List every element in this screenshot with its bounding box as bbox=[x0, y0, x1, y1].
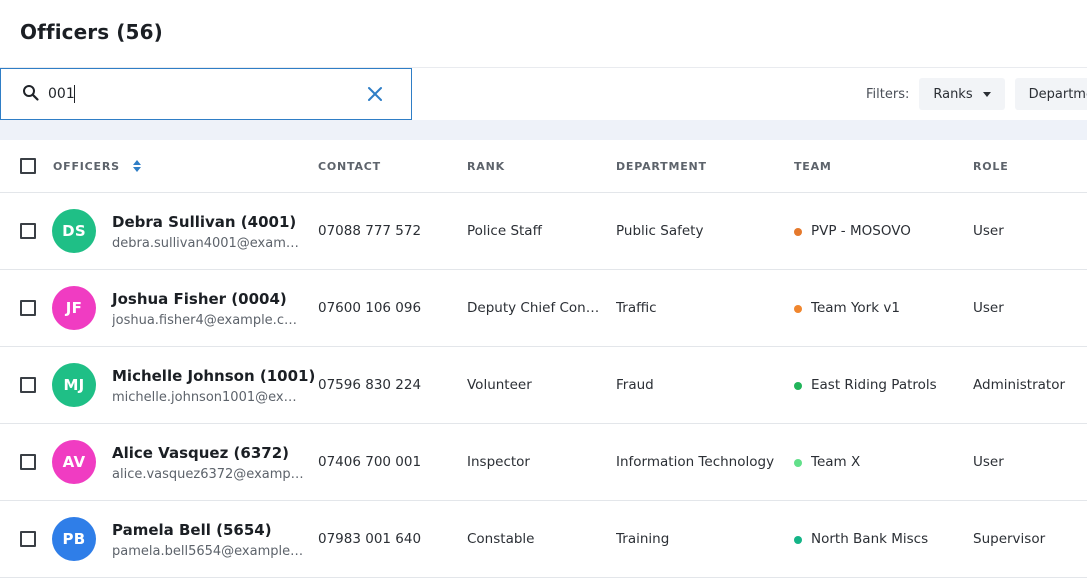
avatar: AV bbox=[52, 440, 96, 484]
contact-cell: 07406 700 001 bbox=[318, 454, 422, 470]
rank-cell: Constable bbox=[467, 531, 535, 547]
role-cell: User bbox=[973, 300, 1004, 316]
avatar: JF bbox=[52, 286, 96, 330]
table-row[interactable]: MJ Michelle Johnson (1001) michelle.john… bbox=[0, 347, 1087, 424]
text-caret bbox=[74, 85, 75, 103]
role-cell: User bbox=[973, 454, 1004, 470]
department-cell: Fraud bbox=[616, 377, 654, 393]
contact-cell: 07983 001 640 bbox=[318, 531, 422, 547]
column-header-officers-label: OFFICERS bbox=[53, 160, 120, 173]
team-cell: East Riding Patrols bbox=[811, 377, 937, 393]
search-box[interactable] bbox=[0, 68, 412, 120]
contact-cell: 07596 830 224 bbox=[318, 377, 422, 393]
role-cell: Supervisor bbox=[973, 531, 1046, 547]
avatar: PB bbox=[52, 517, 96, 561]
officer-email: alice.vasquez6372@example.com bbox=[112, 467, 304, 482]
officer-email: debra.sullivan4001@example.com bbox=[112, 236, 304, 251]
header-band bbox=[0, 120, 1087, 140]
department-cell: Training bbox=[616, 531, 670, 547]
ranks-filter-button[interactable]: Ranks bbox=[919, 78, 1005, 110]
avatar: MJ bbox=[52, 363, 96, 407]
column-header-role[interactable]: ROLE bbox=[973, 160, 1009, 173]
officer-name[interactable]: Pamela Bell (5654) bbox=[112, 521, 272, 539]
ranks-filter-label: Ranks bbox=[933, 86, 973, 102]
team-status-dot bbox=[794, 382, 802, 390]
rank-cell: Volunteer bbox=[467, 377, 532, 393]
table-row[interactable]: DS Debra Sullivan (4001) debra.sullivan4… bbox=[0, 193, 1087, 270]
table-header: OFFICERS CONTACT RANK DEPARTMENT TEAM RO… bbox=[0, 140, 1087, 193]
officer-email: joshua.fisher4@example.com bbox=[112, 313, 304, 328]
team-status-dot bbox=[794, 459, 802, 467]
table-row[interactable]: JF Joshua Fisher (0004) joshua.fisher4@e… bbox=[0, 270, 1087, 347]
department-cell: Public Safety bbox=[616, 223, 704, 239]
select-all-checkbox[interactable] bbox=[20, 158, 36, 174]
row-checkbox[interactable] bbox=[20, 300, 36, 316]
column-header-officers[interactable]: OFFICERS bbox=[53, 160, 141, 173]
team-cell: Team X bbox=[811, 454, 861, 470]
row-checkbox[interactable] bbox=[20, 531, 36, 547]
row-checkbox[interactable] bbox=[20, 377, 36, 393]
search-input[interactable] bbox=[48, 83, 348, 105]
rank-cell: Police Staff bbox=[467, 223, 542, 239]
officer-name[interactable]: Michelle Johnson (1001) bbox=[112, 367, 315, 385]
row-checkbox[interactable] bbox=[20, 223, 36, 239]
column-header-contact[interactable]: CONTACT bbox=[318, 160, 381, 173]
close-icon[interactable] bbox=[365, 84, 385, 104]
team-status-dot bbox=[794, 536, 802, 544]
sort-icon[interactable] bbox=[132, 160, 141, 172]
page-title: Officers (56) bbox=[20, 20, 163, 44]
officer-name[interactable]: Debra Sullivan (4001) bbox=[112, 213, 296, 231]
officer-name[interactable]: Joshua Fisher (0004) bbox=[112, 290, 287, 308]
departments-filter-label: Departme bbox=[1028, 86, 1087, 102]
page-header: Officers (56) bbox=[0, 0, 1087, 68]
rank-cell: Deputy Chief Constable bbox=[467, 300, 603, 316]
column-header-team[interactable]: TEAM bbox=[794, 160, 832, 173]
departments-filter-button[interactable]: Departme bbox=[1014, 78, 1087, 110]
chevron-down-icon bbox=[982, 91, 991, 97]
officers-table: OFFICERS CONTACT RANK DEPARTMENT TEAM RO… bbox=[0, 140, 1087, 578]
role-cell: Administrator bbox=[973, 377, 1066, 393]
contact-cell: 07088 777 572 bbox=[318, 223, 422, 239]
avatar: DS bbox=[52, 209, 96, 253]
role-cell: User bbox=[973, 223, 1004, 239]
row-checkbox[interactable] bbox=[20, 454, 36, 470]
table-row[interactable]: AV Alice Vasquez (6372) alice.vasquez637… bbox=[0, 424, 1087, 501]
search-icon bbox=[23, 85, 39, 101]
column-header-department[interactable]: DEPARTMENT bbox=[616, 160, 707, 173]
team-cell: Team York v1 bbox=[811, 300, 900, 316]
team-cell: PVP - MOSOVO bbox=[811, 223, 911, 239]
department-cell: Information Technology bbox=[616, 454, 775, 470]
officer-email: michelle.johnson1001@example.com bbox=[112, 390, 304, 405]
team-status-dot bbox=[794, 305, 802, 313]
filters-bar: Filters: Ranks Departme bbox=[866, 78, 1087, 110]
officer-name[interactable]: Alice Vasquez (6372) bbox=[112, 444, 289, 462]
department-cell: Traffic bbox=[616, 300, 657, 316]
rank-cell: Inspector bbox=[467, 454, 530, 470]
table-row[interactable]: PB Pamela Bell (5654) pamela.bell5654@ex… bbox=[0, 501, 1087, 578]
team-status-dot bbox=[794, 228, 802, 236]
column-header-rank[interactable]: RANK bbox=[467, 160, 505, 173]
officer-email: pamela.bell5654@example.com bbox=[112, 544, 304, 559]
contact-cell: 07600 106 096 bbox=[318, 300, 422, 316]
team-cell: North Bank Miscs bbox=[811, 531, 929, 547]
filters-label: Filters: bbox=[866, 86, 910, 102]
